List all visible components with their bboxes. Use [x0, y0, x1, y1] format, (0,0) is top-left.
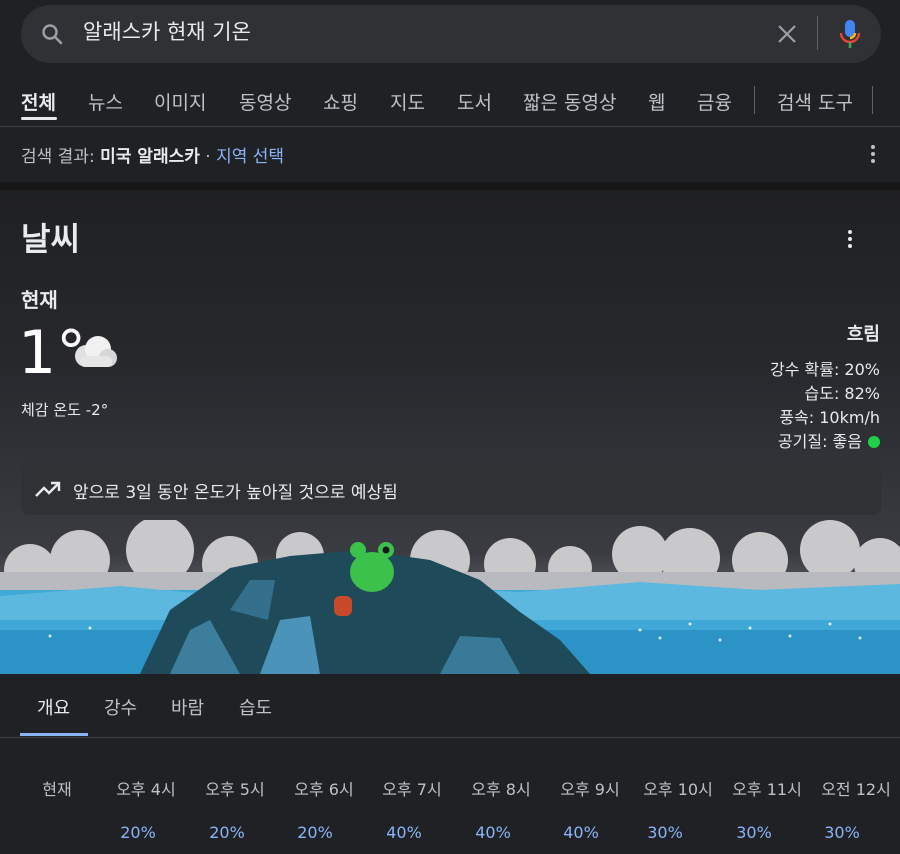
humidity: 습도: 82% [804, 384, 880, 403]
search-input[interactable]: 알래스카 현재 기온 [83, 16, 251, 46]
region-dot: · [199, 147, 217, 167]
region-prefix: 검색 결과: [21, 147, 95, 167]
tabs-border [0, 126, 900, 127]
active-tab-indicator [21, 117, 57, 120]
hour-label: 오후 5시 [205, 780, 265, 799]
hour-precip-value: 40% [475, 823, 511, 842]
wind-speed: 풍속: 10km/h [779, 408, 880, 427]
air-quality-dot [868, 436, 880, 448]
temperature-trend-banner[interactable]: 앞으로 3일 동안 온도가 높아질 것으로 예상됨 [21, 463, 881, 515]
clear-icon[interactable] [775, 22, 799, 46]
hour-label: 오후 10시 [643, 780, 713, 799]
air-quality-label: 공기질: 좋음 [777, 432, 862, 451]
weather-title: 날씨 [21, 220, 80, 258]
hour-label: 오후 8시 [471, 780, 531, 799]
current-label: 현재 [21, 288, 58, 312]
hour-label: 오후 9시 [560, 780, 620, 799]
active-subtab-indicator [20, 733, 88, 736]
tab-search-tools[interactable]: 검색 도구 [777, 88, 853, 115]
search-tabs: 전체 뉴스 이미지 동영상 쇼핑 지도 도서 짧은 동영상 웹 금융 검색 도구 [0, 80, 900, 126]
tab-books[interactable]: 도서 [457, 88, 492, 115]
hour-precip-value: 30% [824, 823, 860, 842]
feels-like: 체감 온도 -2° [21, 401, 109, 419]
tab-humidity[interactable]: 습도 [239, 694, 272, 720]
hour-precip-value: 20% [209, 823, 245, 842]
hour-precip-value: 30% [736, 823, 772, 842]
weather-tabs: 개요 강수 바람 습도 [0, 674, 900, 738]
weather-more-icon[interactable] [843, 228, 857, 250]
cloud-icon [75, 336, 117, 367]
trend-text: 앞으로 3일 동안 온도가 높아질 것으로 예상됨 [73, 483, 398, 503]
hour-precip-value: 20% [297, 823, 333, 842]
hour-label: 오후 6시 [294, 780, 354, 799]
hour-label: 오전 12시 [821, 780, 891, 799]
tab-maps[interactable]: 지도 [390, 88, 425, 115]
tab-short-videos[interactable]: 짧은 동영상 [523, 88, 616, 115]
hour-label: 오후 11시 [732, 780, 802, 799]
tab-news[interactable]: 뉴스 [88, 88, 123, 115]
hour-label: 오후 4시 [116, 780, 176, 799]
hour-label: 오후 7시 [382, 780, 442, 799]
more-options-icon[interactable] [866, 143, 880, 165]
tab-precipitation[interactable]: 강수 [104, 694, 137, 720]
hour-precip-value: 30% [647, 823, 683, 842]
precipitation-chance: 강수 확률: 20% [769, 360, 880, 379]
tab-web[interactable]: 웹 [648, 88, 665, 115]
microphone-icon[interactable] [838, 19, 862, 49]
region-line: 검색 결과: 미국 알래스카 · 지역 선택 [21, 142, 284, 167]
tab-overview[interactable]: 개요 [37, 694, 70, 720]
tab-videos[interactable]: 동영상 [239, 88, 291, 115]
tab-finance[interactable]: 금융 [697, 88, 732, 115]
air-quality: 공기질: 좋음 [778, 428, 880, 452]
region-location: 미국 알래스카 [100, 147, 200, 167]
tab-images[interactable]: 이미지 [154, 88, 206, 115]
tab-shopping[interactable]: 쇼핑 [323, 88, 358, 115]
tabs-divider-2 [872, 86, 873, 114]
weather-illustration [0, 520, 900, 674]
hour-precip-value: 20% [120, 823, 156, 842]
section-separator [0, 182, 900, 190]
weather-condition: 흐림 [846, 324, 880, 345]
tab-all[interactable]: 전체 [21, 88, 56, 115]
tabs-divider [754, 86, 755, 114]
hour-precip-value: 40% [386, 823, 422, 842]
hour-precip-value: 40% [563, 823, 599, 842]
search-icon[interactable] [40, 22, 64, 46]
hour-label: 현재 [42, 780, 72, 799]
choose-region-link[interactable]: 지역 선택 [216, 147, 284, 167]
tab-wind[interactable]: 바람 [171, 694, 204, 720]
trending-up-icon [35, 481, 61, 497]
search-divider [817, 16, 818, 50]
weather-card: 날씨 현재 1° 체감 온도 -2° 흐림 강수 확률: 20% 습도: 82%… [0, 190, 900, 674]
